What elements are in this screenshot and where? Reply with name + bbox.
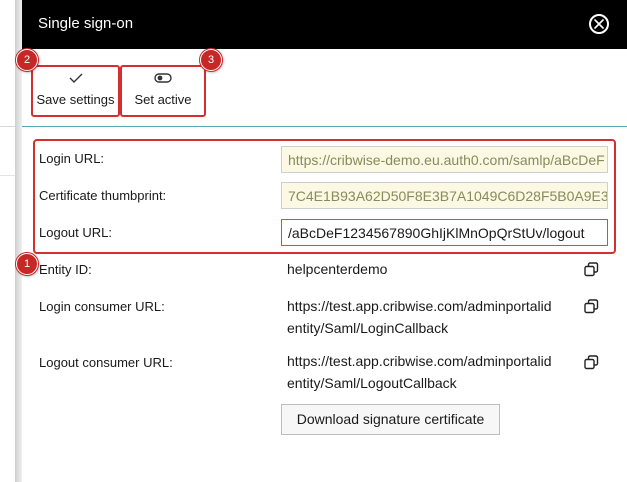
download-signature-certificate-button[interactable]: Download signature certificate bbox=[281, 404, 500, 435]
logout-consumer-url-line: entity/Saml/LogoutCallback bbox=[287, 375, 457, 391]
copy-icon[interactable] bbox=[584, 262, 599, 277]
logout-url-label: Logout URL: bbox=[39, 225, 112, 240]
panel-title: Single sign-on bbox=[38, 15, 134, 32]
step-badge-3: 3 bbox=[200, 49, 222, 71]
login-consumer-url-line: entity/Saml/LoginCallback bbox=[287, 320, 449, 336]
panel-header: Single sign-on bbox=[22, 0, 627, 49]
logout-url-input[interactable]: /aBcDeF1234567890GhIjKlMnOpQrStUv/logout bbox=[281, 219, 608, 246]
entity-id-value: helpcenterdemo bbox=[287, 261, 388, 277]
login-consumer-url-label: Login consumer URL: bbox=[39, 299, 165, 314]
step-badge-1: 1 bbox=[16, 253, 38, 275]
login-url-input[interactable]: https://cribwise-demo.eu.auth0.com/samlp… bbox=[281, 146, 608, 173]
set-active-label: Set active bbox=[134, 92, 192, 107]
login-consumer-url-line: https://test.app.cribwise.com/adminporta… bbox=[287, 298, 552, 314]
certificate-thumbprint-label: Certificate thumbprint: bbox=[39, 188, 167, 203]
certificate-thumbprint-input[interactable]: 7C4E1B93A62D50F8E3B7A1049C6D28F5B0A9E3 bbox=[281, 182, 608, 209]
login-url-label: Login URL: bbox=[39, 151, 105, 166]
copy-icon[interactable] bbox=[584, 299, 599, 314]
step-badge-2: 2 bbox=[16, 49, 38, 71]
close-icon bbox=[594, 19, 604, 29]
entity-id-label: Entity ID: bbox=[39, 262, 92, 277]
save-settings-label: Save settings bbox=[36, 92, 115, 107]
panel-shadow bbox=[15, 0, 22, 482]
close-button[interactable] bbox=[589, 14, 609, 34]
logout-consumer-url-value: https://test.app.cribwise.com/adminporta… bbox=[287, 350, 577, 394]
logout-consumer-url-line: https://test.app.cribwise.com/adminporta… bbox=[287, 353, 552, 369]
save-settings-button[interactable]: Save settings bbox=[31, 65, 120, 117]
sso-panel: Single sign-on Save settings Set active … bbox=[22, 0, 627, 482]
logout-consumer-url-label: Logout consumer URL: bbox=[39, 355, 173, 370]
checkmark-icon bbox=[69, 73, 82, 83]
copy-icon[interactable] bbox=[584, 355, 599, 370]
login-consumer-url-value: https://test.app.cribwise.com/adminporta… bbox=[287, 295, 577, 339]
set-active-button[interactable]: Set active bbox=[120, 65, 206, 117]
toolbar: Save settings Set active bbox=[22, 49, 627, 127]
toggle-icon bbox=[154, 73, 172, 83]
